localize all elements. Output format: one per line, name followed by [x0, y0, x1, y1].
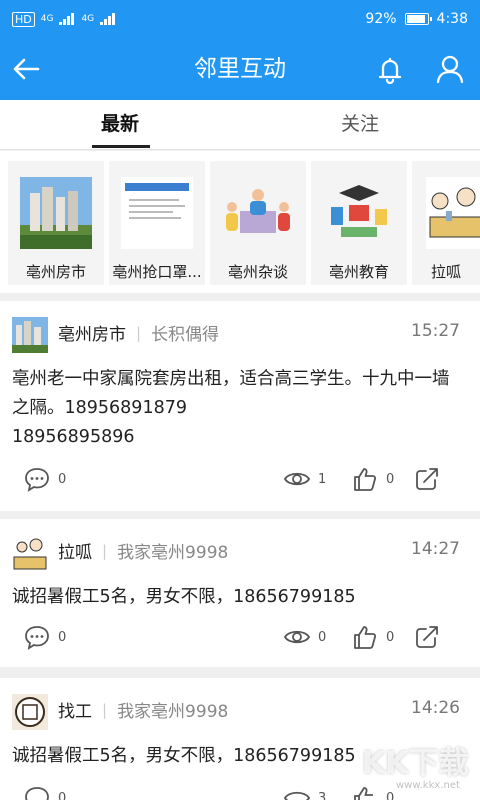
view-count: 1	[284, 461, 326, 497]
comment-count: 0	[58, 629, 67, 645]
meeting-people-image	[222, 177, 294, 249]
chat-people-avatar	[12, 535, 48, 571]
signal-icon-2	[100, 13, 116, 25]
city-buildings-avatar	[12, 317, 48, 353]
education-image	[323, 177, 395, 249]
post-meta: 亳州房市 | 长积偶得	[58, 320, 219, 346]
like-count: 0	[386, 471, 395, 487]
thumbs-up-icon	[354, 626, 377, 649]
eye-icon	[284, 472, 310, 486]
post-author[interactable]: 我家亳州9998	[117, 538, 228, 563]
circle-item-education[interactable]: 亳州教育	[311, 161, 407, 285]
post-meta: 拉呱 | 我家亳州9998	[58, 538, 228, 564]
signal-icon	[59, 13, 75, 25]
circle-label: 亳州房市	[25, 263, 86, 281]
circle-label: 亳州杂谈	[227, 263, 288, 281]
like-button[interactable]: 0	[352, 780, 394, 800]
hd-indicator: HD	[12, 11, 35, 27]
circle-label: 亳州抢口罩...	[112, 263, 202, 281]
comment-icon	[25, 468, 49, 492]
post-text: 诚招暑假工5名，男女不限，18656799185	[12, 583, 466, 612]
city-buildings-image	[20, 177, 92, 249]
post-time: 15:27	[411, 321, 460, 341]
post-author[interactable]: 长积偶得	[151, 320, 219, 345]
tab-latest[interactable]: 最新	[40, 100, 200, 150]
post-text-line: 18956895896	[12, 427, 135, 447]
comment-button[interactable]: 0	[24, 780, 66, 800]
bell-icon[interactable]	[372, 51, 408, 87]
post-actions: 0 0 0	[0, 619, 480, 655]
post-text: 亳州老一中家属院套房出租，适合高三学生。十九中一墙之隔。18956891879 …	[12, 365, 466, 452]
battery-percent: 92%	[365, 11, 397, 27]
thumbs-up-icon	[354, 787, 373, 800]
post-text-line: 亳州老一中家属院套房出租，适合高三学生。十九中一墙之隔。18956891879	[12, 369, 450, 418]
share-button[interactable]	[414, 619, 448, 655]
like-count: 0	[386, 629, 395, 645]
post-meta: 找工 | 我家亳州9998	[58, 697, 228, 723]
clock: 4:38	[436, 11, 468, 27]
eye-icon	[284, 630, 310, 644]
eye-icon	[284, 791, 310, 800]
divider: |	[102, 541, 108, 560]
circle-item-housing[interactable]: 亳州房市	[8, 161, 104, 285]
document-image	[121, 177, 193, 249]
circle-list: 亳州房市 亳州抢口罩... 亳州杂谈 亳州教育 拉呱	[0, 151, 480, 293]
divider: |	[102, 700, 108, 719]
circle-label: 拉呱	[430, 263, 461, 281]
signal-label-b: 4G	[81, 14, 95, 24]
page-title: 邻里互动	[194, 56, 286, 82]
views-value: 3	[318, 790, 327, 800]
status-bar: HD 4G 4G 92% 4:38	[0, 0, 480, 38]
circle-item-masks[interactable]: 亳州抢口罩...	[109, 161, 205, 285]
circle-label: 亳州教育	[328, 263, 389, 281]
post-text-line: 诚招暑假工5名，男女不限，18656799185	[12, 587, 356, 607]
user-icon[interactable]	[432, 51, 468, 87]
share-button[interactable]	[414, 461, 448, 497]
app-bar: 邻里互动	[0, 38, 480, 100]
post-card[interactable]: 拉呱 | 我家亳州9998 14:27 诚招暑假工5名，男女不限，1865679…	[0, 519, 480, 667]
post-actions: 0 1 0	[0, 461, 480, 497]
post-source[interactable]: 找工	[58, 697, 92, 722]
views-value: 0	[318, 629, 327, 645]
tab-bar: 最新 关注	[0, 100, 480, 150]
comment-icon	[25, 626, 49, 650]
like-count: 0	[386, 790, 395, 800]
circle-item-chat[interactable]: 亳州杂谈	[210, 161, 306, 285]
views-value: 1	[318, 471, 327, 487]
signal-label-a: 4G	[40, 14, 54, 24]
post-author[interactable]: 我家亳州9998	[117, 697, 228, 722]
post-source[interactable]: 亳州房市	[58, 320, 126, 345]
tab-following[interactable]: 关注	[280, 100, 440, 150]
post-card[interactable]: 亳州房市 | 长积偶得 15:27 亳州老一中家属院套房出租，适合高三学生。十九…	[0, 301, 480, 511]
share-icon	[416, 626, 438, 648]
watermark-url: www.kkx.net	[396, 780, 460, 791]
like-button[interactable]: 0	[352, 619, 394, 655]
circle-item-lagua[interactable]: 拉呱	[412, 161, 480, 285]
comment-count: 0	[58, 471, 67, 487]
thumbs-up-icon	[354, 468, 377, 491]
post-time: 14:27	[411, 539, 460, 559]
divider: |	[136, 323, 142, 342]
post-time: 14:26	[411, 698, 460, 718]
battery-icon	[404, 13, 432, 25]
share-icon	[416, 468, 438, 490]
post-source[interactable]: 拉呱	[58, 538, 92, 563]
comment-button[interactable]: 0	[24, 461, 66, 497]
comment-button[interactable]: 0	[24, 619, 66, 655]
tab-indicator	[92, 145, 150, 148]
comment-icon	[25, 787, 49, 800]
watermark-logo: KK下载	[362, 746, 469, 781]
like-button[interactable]: 0	[352, 461, 394, 497]
chat-people-image	[426, 177, 480, 249]
view-count: 0	[284, 619, 326, 655]
comment-count: 0	[58, 790, 67, 800]
seal-avatar	[12, 694, 48, 730]
view-count: 3	[284, 780, 326, 800]
